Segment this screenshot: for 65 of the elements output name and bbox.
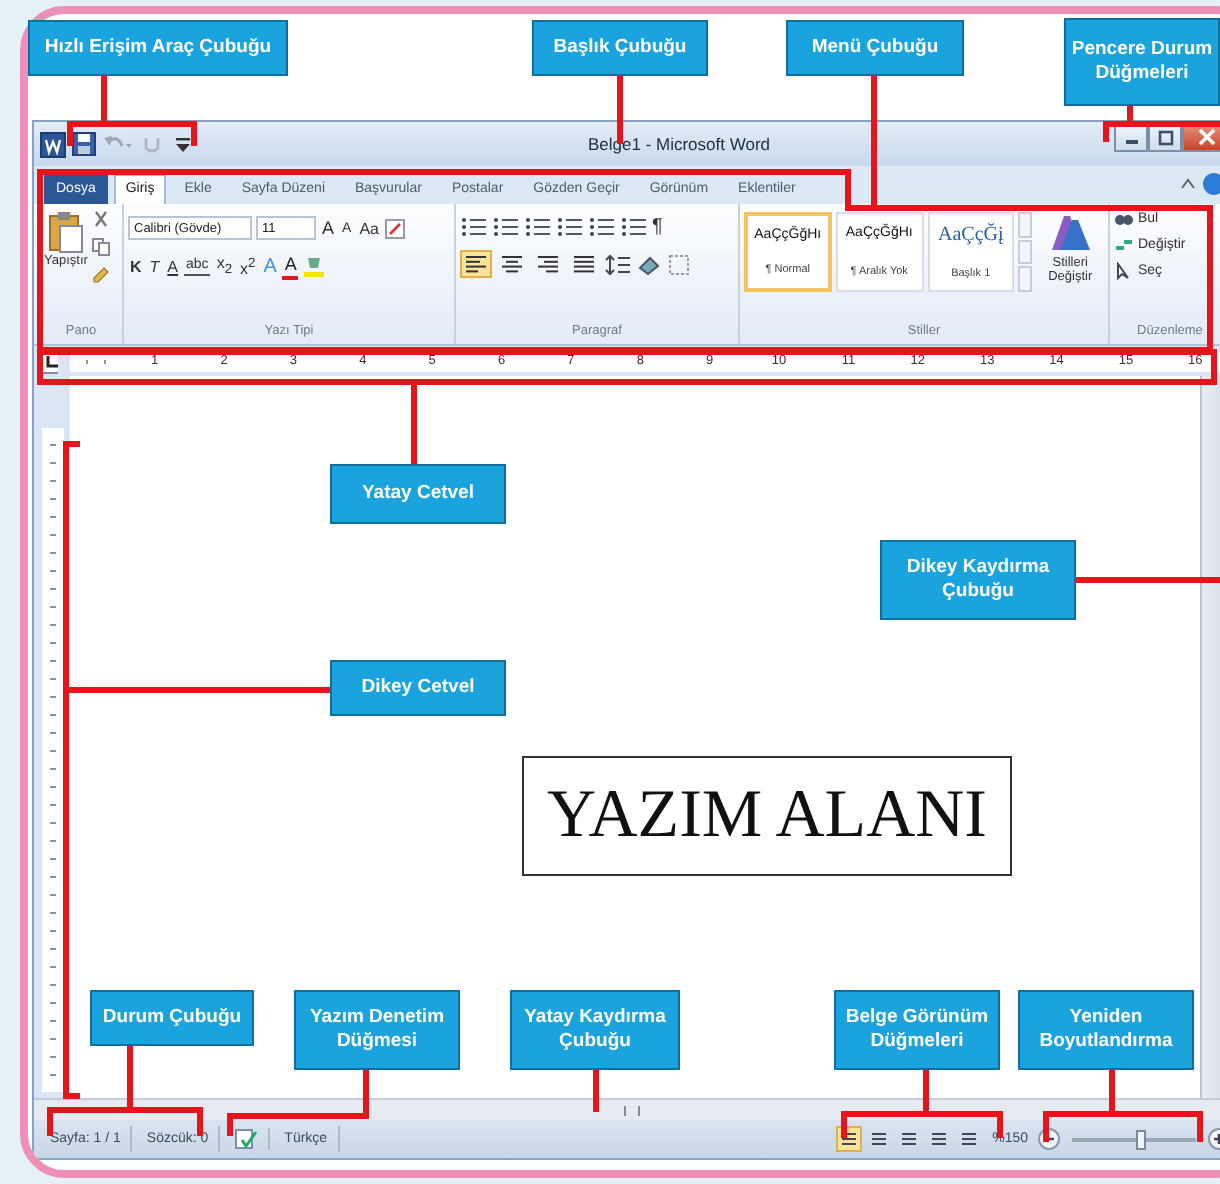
callout-label: Durum Çubuğu xyxy=(90,990,254,1046)
callout-label: Yatay Kaydırma Çubuğu xyxy=(510,990,680,1070)
list-icon[interactable] xyxy=(460,216,488,238)
maximize-icon xyxy=(1157,129,1173,145)
callout-label: Dikey Cetvel xyxy=(330,660,506,716)
view-icon xyxy=(900,1130,919,1148)
word-icon[interactable] xyxy=(40,131,66,157)
font-button[interactable]: x$^{2}$ xyxy=(238,252,258,281)
list-icon[interactable] xyxy=(588,216,616,238)
zoom-thumb[interactable] xyxy=(1136,1129,1147,1149)
list-icon[interactable] xyxy=(492,216,520,238)
font-button[interactable]: x$_{2}$ xyxy=(214,252,235,282)
binoculars-icon xyxy=(1114,210,1134,228)
customize-icon[interactable] xyxy=(174,132,192,156)
callout-label: Pencere Durum Düğmeleri xyxy=(1064,18,1220,106)
list-icon[interactable] xyxy=(620,216,648,238)
writing-area: YAZIM ALANI xyxy=(522,756,1012,876)
pilcrow-button[interactable]: ¶ xyxy=(652,216,663,238)
callout-label: Başlık Çubuğu xyxy=(532,20,708,76)
font-button[interactable]: A xyxy=(320,217,337,239)
brush-icon[interactable] xyxy=(91,266,110,284)
leader-line xyxy=(1076,577,1220,583)
font-button[interactable]: A xyxy=(165,255,181,278)
close-icon xyxy=(1197,128,1215,146)
leader-line xyxy=(871,76,877,208)
callout-label: Yazım Denetim Düğmesi xyxy=(294,990,460,1070)
replace-icon xyxy=(1114,236,1134,254)
clipboard-icon xyxy=(47,210,84,254)
callout-label: Menü Çubuğu xyxy=(786,20,964,76)
shading-icon[interactable] xyxy=(636,253,664,275)
help-icon[interactable] xyxy=(1202,172,1220,196)
align-button[interactable] xyxy=(568,250,600,278)
view-icon xyxy=(870,1130,889,1148)
highlighter-icon[interactable] xyxy=(302,255,327,278)
leader-line xyxy=(67,73,197,149)
callout-label: Belge Görünüm Düğmeleri xyxy=(834,990,1000,1070)
callout-label: Yeniden Boyutlandırma xyxy=(1018,990,1194,1070)
copy-icon[interactable] xyxy=(91,238,110,256)
spellcheck-icon[interactable] xyxy=(234,1128,259,1150)
font-button[interactable]: T xyxy=(147,255,162,278)
minimize-ribbon-icon[interactable] xyxy=(1180,176,1196,192)
save-icon[interactable] xyxy=(72,132,96,156)
styles-icon xyxy=(1048,212,1093,252)
view-icon xyxy=(840,1130,859,1148)
align-button[interactable] xyxy=(496,250,528,278)
leader-line xyxy=(1103,103,1220,145)
view-icon xyxy=(930,1130,949,1148)
window-title: Belge1 - Microsoft Word xyxy=(585,134,772,154)
leader-line xyxy=(411,382,417,464)
view-icon xyxy=(960,1130,979,1148)
callout-label: Yatay Cetvel xyxy=(330,464,506,524)
align-button[interactable] xyxy=(532,250,564,278)
font-button[interactable]: Aa xyxy=(357,217,381,239)
line-spacing-icon[interactable] xyxy=(604,253,632,275)
list-icon[interactable] xyxy=(524,216,552,238)
font-button[interactable]: A xyxy=(282,253,299,280)
list-icon[interactable] xyxy=(556,216,584,238)
cursor-icon xyxy=(1114,262,1134,280)
callout-label: Hızlı Erişim Araç Çubuğu xyxy=(28,20,288,76)
cut-icon[interactable] xyxy=(91,210,110,228)
leader-line xyxy=(593,1070,599,1112)
font-button[interactable]: K xyxy=(128,255,144,278)
clear-format-icon[interactable] xyxy=(384,217,407,239)
align-button[interactable] xyxy=(460,250,492,278)
callout-label: Dikey Kaydırma Çubuğu xyxy=(880,540,1076,620)
